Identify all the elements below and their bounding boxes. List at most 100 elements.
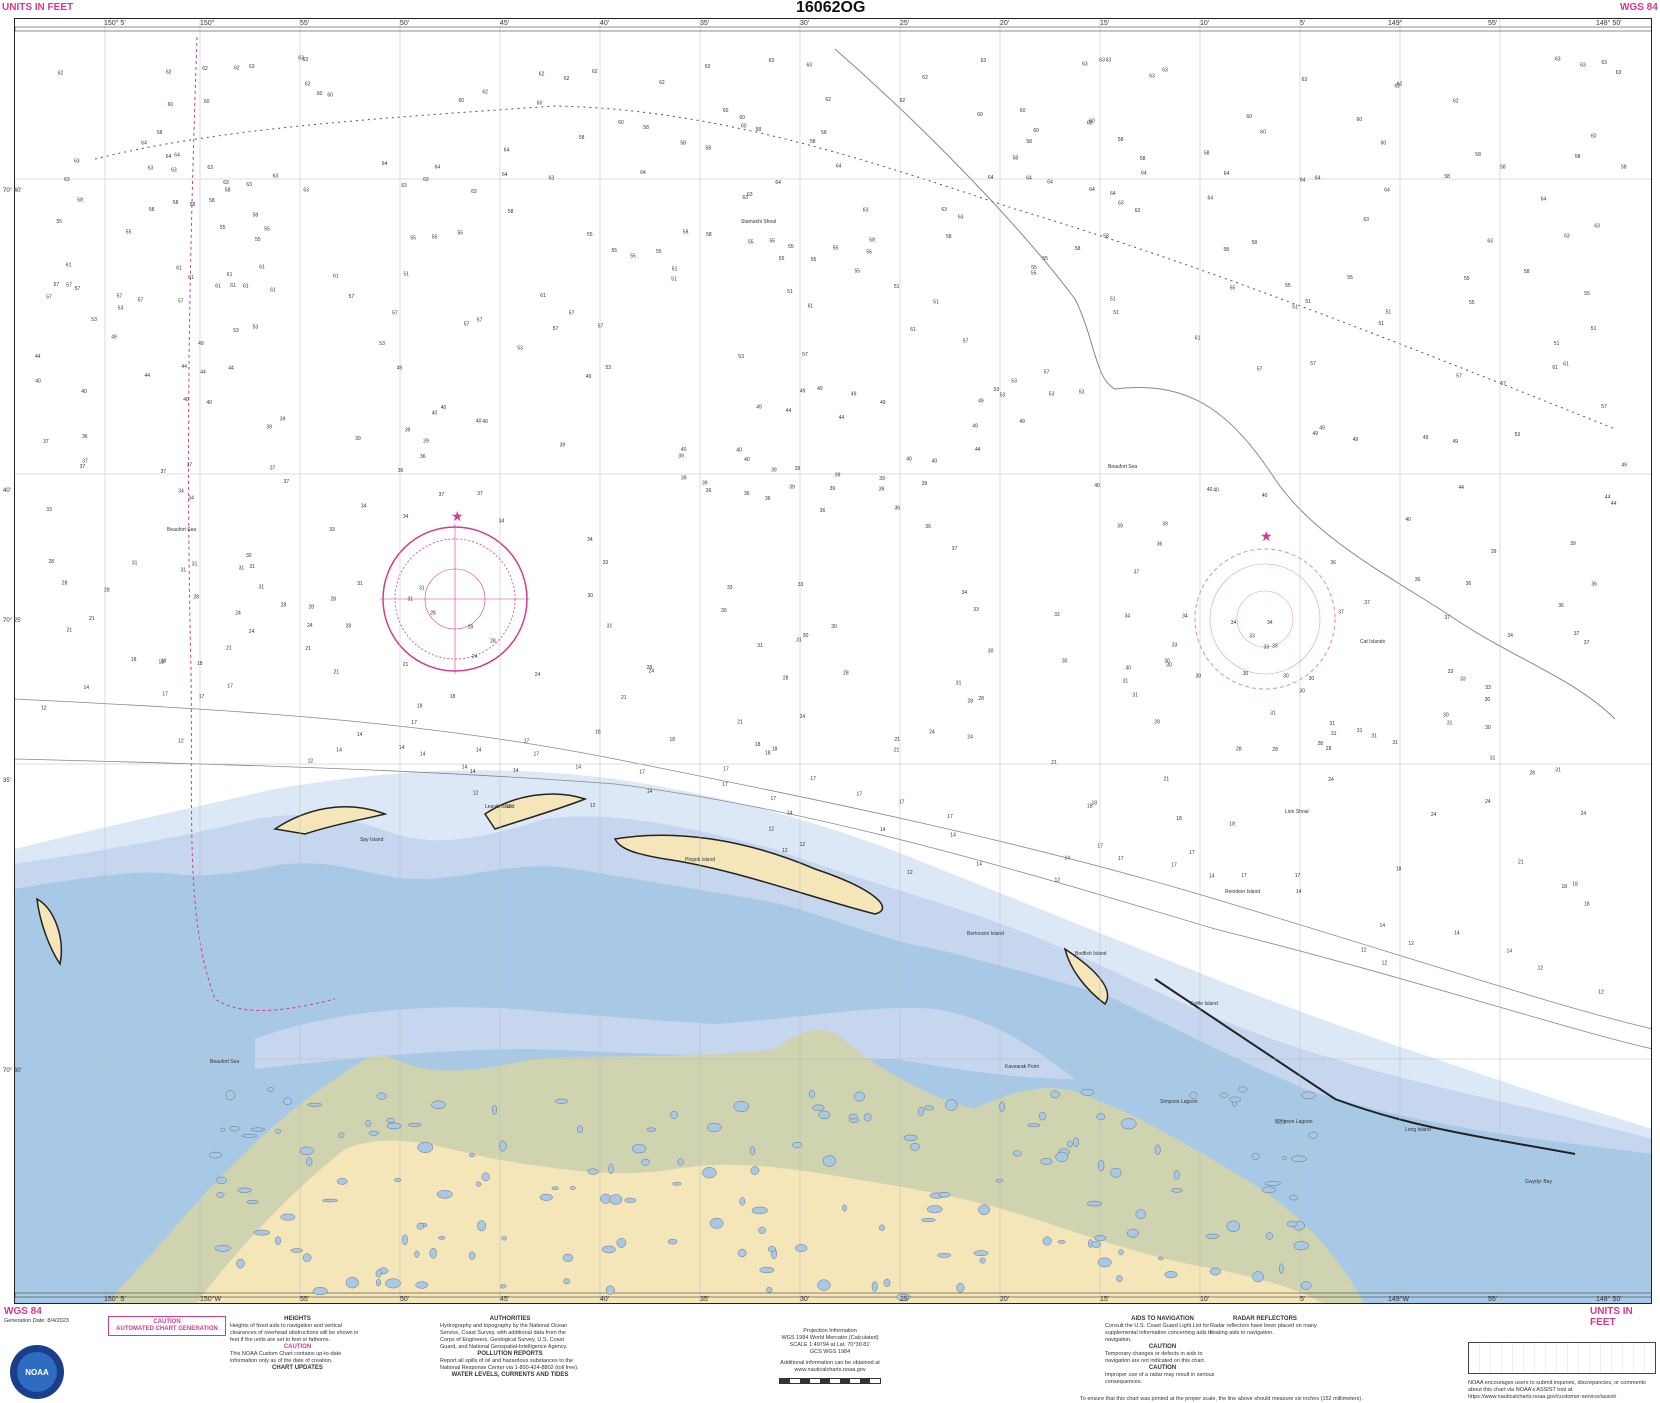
marsh-pond bbox=[1038, 1112, 1047, 1121]
depth-sounding: 58 bbox=[1252, 240, 1258, 246]
depth-sounding: 58 bbox=[209, 198, 215, 204]
depth-sounding: 62 bbox=[1453, 99, 1459, 105]
depth-sounding: 58 bbox=[1224, 247, 1230, 253]
marsh-pond bbox=[817, 1279, 831, 1291]
marsh-pond bbox=[601, 1245, 616, 1254]
marsh-pond bbox=[1091, 1240, 1102, 1248]
depth-sounding: 21 bbox=[89, 616, 95, 622]
depth-sounding: 12 bbox=[782, 848, 788, 854]
depth-sounding: 31 bbox=[1132, 693, 1138, 699]
depth-sounding: 64 bbox=[1541, 197, 1547, 203]
depth-sounding: 18 bbox=[765, 751, 771, 757]
depth-sounding: 31 bbox=[357, 581, 363, 587]
marsh-pond bbox=[306, 1157, 313, 1167]
depth-sounding: 61 bbox=[333, 273, 339, 279]
depth-sounding: 12 bbox=[308, 758, 314, 764]
chart-canvas[interactable]: ★ ★ 365540184928605564406012446336511255… bbox=[15, 19, 1652, 1304]
depth-sounding: 55 bbox=[630, 253, 636, 259]
depth-sounding: 39 bbox=[560, 443, 566, 449]
marsh-pond bbox=[241, 1134, 258, 1138]
depth-sounding: 60 bbox=[618, 120, 624, 126]
marsh-pond bbox=[999, 1101, 1005, 1112]
longitude-label-bottom: 40' bbox=[600, 1296, 610, 1303]
depth-sounding: 31 bbox=[1357, 728, 1363, 734]
depth-sounding: 34 bbox=[499, 519, 505, 525]
marsh-pond bbox=[1126, 1228, 1139, 1238]
latitude-label: 70° 25' bbox=[3, 618, 22, 624]
depth-sounding: 60 bbox=[537, 101, 543, 107]
place-cat-islands: Cat Islands bbox=[1360, 639, 1386, 645]
depth-sounding: 57 bbox=[464, 322, 470, 328]
longitude-label-bottom: 15' bbox=[1100, 1296, 1110, 1303]
marsh-pond bbox=[302, 1253, 312, 1262]
longitude-label-bottom: 25' bbox=[900, 1296, 910, 1303]
place-simpson-lagoon: Simpson Lagoon bbox=[1160, 1099, 1198, 1105]
depth-sounding: 28 bbox=[968, 698, 974, 704]
depth-sounding: 34 bbox=[1231, 620, 1237, 626]
depth-sounding: 17 bbox=[199, 694, 205, 700]
depth-sounding: 37 bbox=[1445, 615, 1451, 621]
depth-sounding: 64 bbox=[640, 170, 646, 176]
marsh-pond bbox=[375, 1269, 382, 1278]
depth-sounding: 28 bbox=[978, 696, 984, 702]
depth-sounding: 17 bbox=[722, 782, 728, 788]
depth-sounding: 63 bbox=[223, 180, 229, 186]
marsh-pond bbox=[1012, 1150, 1022, 1157]
depth-sounding: 31 bbox=[1555, 767, 1561, 773]
depth-sounding: 55 bbox=[612, 248, 618, 254]
depth-sounding: 57 bbox=[392, 310, 398, 316]
depth-sounding: 40 bbox=[183, 397, 189, 403]
marsh-pond bbox=[469, 1153, 476, 1158]
depth-sounding: 63 bbox=[207, 165, 213, 171]
depth-sounding: 64 bbox=[1224, 171, 1230, 177]
depth-sounding: 14 bbox=[1380, 923, 1386, 929]
marsh-pond bbox=[863, 1113, 872, 1122]
nautical-chart[interactable]: ★ ★ 36 55 40 18 49 28 60 55 64 40 60 12 … bbox=[14, 18, 1652, 1304]
units-label-top-left: UNITS IN FEET bbox=[2, 2, 74, 13]
depth-sounding: 63 bbox=[423, 177, 429, 183]
longitude-label-bottom: 150°W bbox=[200, 1296, 222, 1303]
marsh-pond bbox=[903, 1134, 918, 1141]
depth-sounding: 33 bbox=[46, 507, 52, 513]
marsh-pond bbox=[667, 1239, 678, 1245]
marsh-pond bbox=[1097, 1159, 1105, 1172]
longitude-label-bottom: 45' bbox=[500, 1296, 510, 1303]
depth-sounding: 49 bbox=[972, 424, 978, 430]
additional-info-link[interactable]: Additional information can be obtained a… bbox=[760, 1360, 900, 1374]
depth-sounding: 30 bbox=[1283, 673, 1289, 679]
depth-sounding: 31 bbox=[1329, 721, 1335, 727]
depth-sounding: 21 bbox=[67, 627, 73, 633]
depth-sounding: 14 bbox=[976, 862, 982, 868]
marsh-pond bbox=[808, 1089, 816, 1099]
depth-sounding: 21 bbox=[737, 719, 743, 725]
depth-sounding: 58 bbox=[1075, 246, 1081, 252]
depth-sounding: 39 bbox=[789, 484, 795, 490]
depth-sounding: 61 bbox=[1195, 335, 1201, 341]
depth-sounding: 21 bbox=[1518, 860, 1524, 866]
depth-sounding: 49 bbox=[1453, 439, 1459, 445]
longitude-label-top: 148° 50' bbox=[1596, 20, 1622, 27]
longitude-label-top: 150° bbox=[200, 20, 215, 27]
marsh-pond bbox=[1229, 1096, 1241, 1103]
projection-line-1: WGS 1984 World Mercator (Calculated) bbox=[781, 1335, 879, 1341]
authorities-title: AUTHORITIES bbox=[489, 1316, 531, 1322]
caution2-title: CAUTION bbox=[283, 1344, 312, 1350]
place-lion-shoal: Lion Shoal bbox=[1285, 809, 1309, 815]
depth-sounding: 63 bbox=[1106, 58, 1112, 64]
noaa-assist-note[interactable]: NOAA encourages users to submit inquirie… bbox=[1468, 1380, 1654, 1401]
latitude-label: 70° 30' bbox=[3, 1068, 22, 1074]
depth-sounding: 44 bbox=[1611, 501, 1617, 507]
depth-sounding: 51 bbox=[404, 272, 410, 278]
depth-sounding: 17 bbox=[771, 796, 777, 802]
marsh-pond bbox=[632, 1144, 647, 1154]
depth-sounding: 49 bbox=[198, 341, 204, 347]
marsh-pond bbox=[1096, 1113, 1106, 1121]
marsh-pond bbox=[1300, 1281, 1312, 1290]
marsh-pond bbox=[275, 1236, 281, 1245]
depth-sounding: 63 bbox=[1149, 74, 1155, 80]
depth-sounding: 55 bbox=[866, 250, 872, 256]
depth-sounding: 30 bbox=[246, 553, 252, 559]
depth-sounding: 39 bbox=[879, 486, 885, 492]
marsh-pond bbox=[214, 1245, 231, 1252]
depth-sounding: 17 bbox=[1171, 862, 1177, 868]
